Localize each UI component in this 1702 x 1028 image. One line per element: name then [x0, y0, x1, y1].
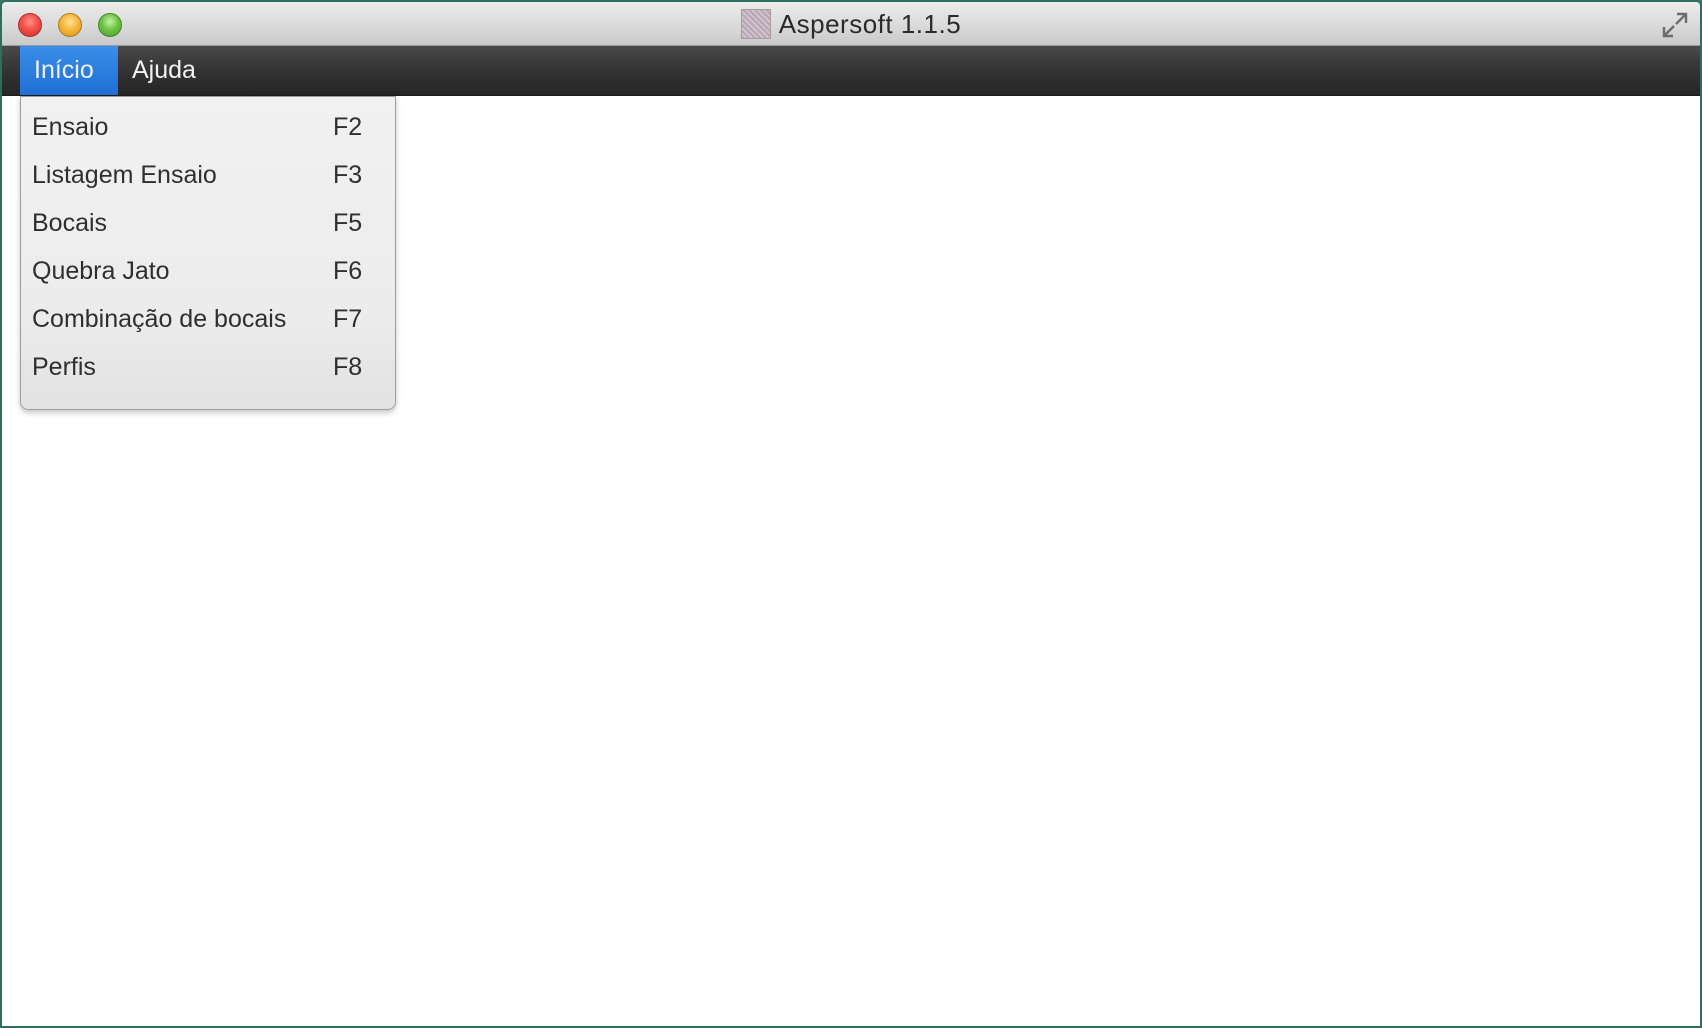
menu-item-shortcut: F3 [333, 160, 363, 189]
menu-item-ensaio[interactable]: Ensaio F2 [21, 103, 395, 151]
window-title-group: Aspersoft 1.1.5 [2, 2, 1700, 46]
fullscreen-arrows-icon [1662, 12, 1688, 38]
app-window: Aspersoft 1.1.5 Início Ajuda Ensaio F2 L… [0, 0, 1702, 1028]
fullscreen-icon[interactable] [1660, 10, 1690, 40]
menu-item-shortcut: F8 [333, 352, 363, 381]
menu-item-shortcut: F7 [333, 304, 363, 333]
menu-item-label: Bocais [32, 208, 108, 237]
menu-inicio[interactable]: Início [20, 46, 118, 95]
menu-item-label: Listagem Ensaio [32, 160, 217, 189]
menu-ajuda[interactable]: Ajuda [118, 46, 210, 95]
title-bar[interactable]: Aspersoft 1.1.5 [2, 2, 1700, 46]
menu-inicio-label: Início [34, 56, 94, 84]
menu-item-label: Ensaio [32, 112, 109, 141]
menu-item-label: Combinação de bocais [32, 304, 287, 333]
window-title: Aspersoft 1.1.5 [778, 8, 962, 39]
menu-ajuda-label: Ajuda [132, 56, 196, 84]
menu-item-bocais[interactable]: Bocais F5 [21, 199, 395, 247]
menu-item-shortcut: F2 [333, 112, 363, 141]
menu-item-label: Perfis [32, 352, 96, 381]
menu-item-label: Quebra Jato [32, 256, 170, 285]
menu-bar: Início Ajuda [2, 46, 1700, 96]
app-icon [740, 9, 771, 39]
menu-item-perfis[interactable]: Perfis F8 [21, 343, 395, 391]
menu-item-listagem-ensaio[interactable]: Listagem Ensaio F3 [21, 151, 395, 199]
menu-item-quebra-jato[interactable]: Quebra Jato F6 [21, 247, 395, 295]
menu-item-shortcut: F6 [333, 256, 363, 285]
menu-item-combinacao-de-bocais[interactable]: Combinação de bocais F7 [21, 295, 395, 343]
inicio-dropdown-menu: Ensaio F2 Listagem Ensaio F3 Bocais F5 Q… [20, 96, 396, 410]
menu-item-shortcut: F5 [333, 208, 363, 237]
